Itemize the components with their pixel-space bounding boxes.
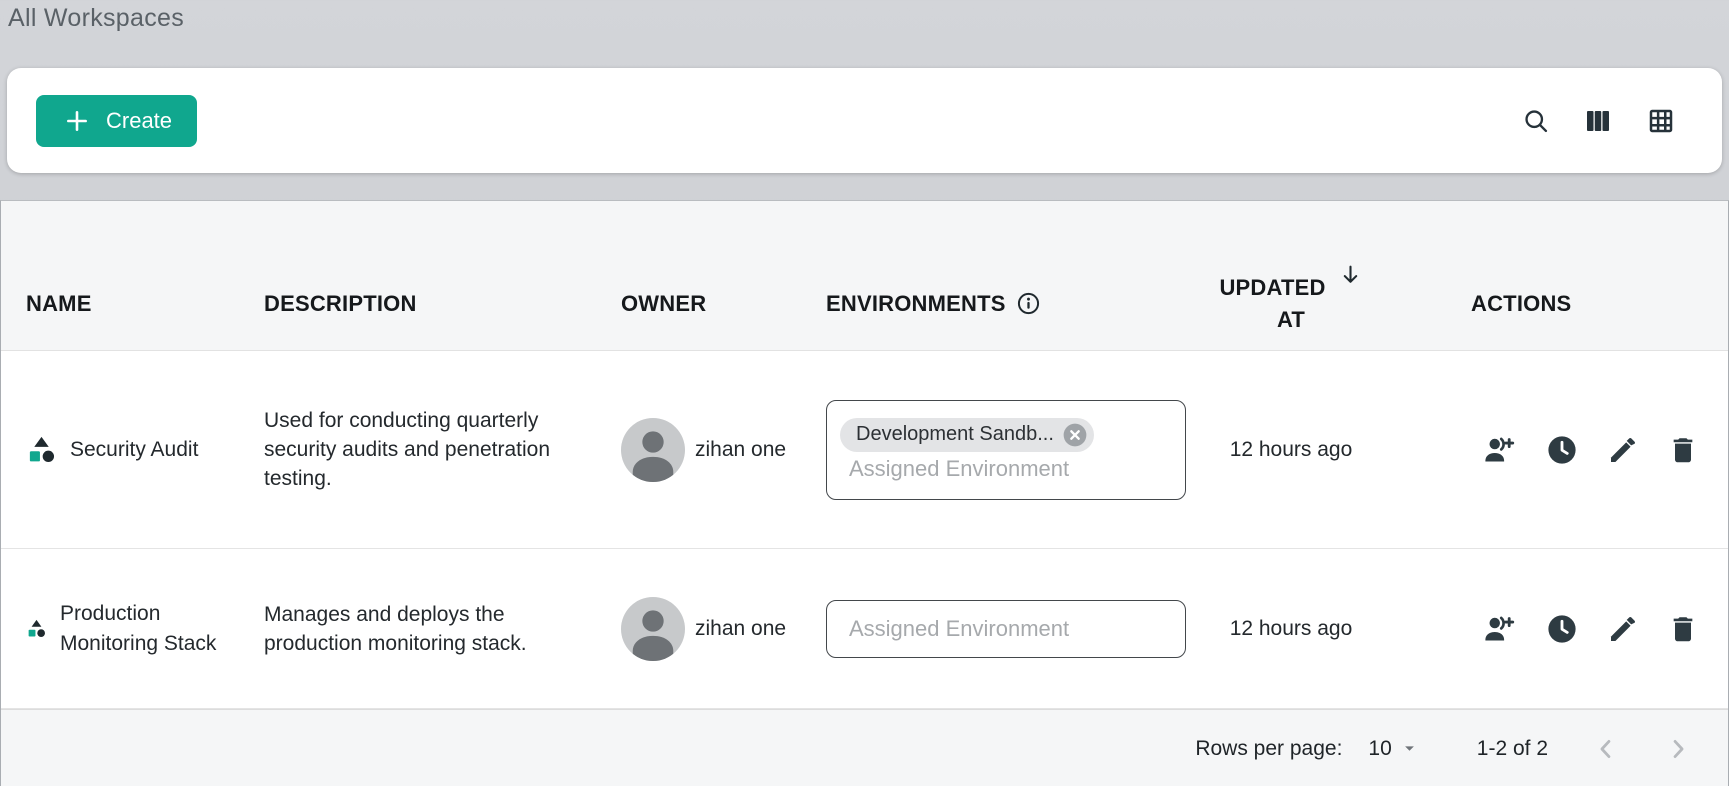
table-row: Production Monitoring Stack Manages and … — [1, 549, 1728, 709]
name-cell: Security Audit — [1, 434, 264, 465]
description-cell: Used for conducting quarterly security a… — [264, 406, 594, 493]
create-button[interactable]: Create — [36, 95, 197, 147]
delete-icon[interactable] — [1667, 613, 1699, 645]
toolbar: Create — [7, 68, 1722, 173]
rows-per-page-label: Rows per page: — [1195, 737, 1342, 761]
workspaces-table: NAME DESCRIPTION OWNER ENVIRONMENTS UPDA… — [0, 200, 1729, 786]
name-cell: Production Monitoring Stack — [1, 599, 264, 659]
environment-placeholder[interactable]: Assigned Environment — [839, 456, 1173, 482]
info-icon[interactable] — [1016, 291, 1041, 316]
chevron-right-icon — [1664, 751, 1692, 766]
table-header-row: NAME DESCRIPTION OWNER ENVIRONMENTS UPDA… — [1, 201, 1728, 351]
spacer — [0, 173, 1729, 200]
chevron-left-icon — [1592, 751, 1620, 766]
next-page-button[interactable] — [1664, 735, 1692, 763]
arrow-down-icon — [1338, 262, 1363, 287]
rows-per-page-value: 10 — [1368, 737, 1391, 761]
edit-icon[interactable] — [1607, 613, 1639, 645]
avatar — [621, 597, 685, 661]
grid-icon[interactable] — [1646, 106, 1676, 136]
assigned-environment-combobox[interactable]: Development Sandb... Assigned Environmen… — [826, 400, 1186, 500]
updated-at-cell: 12 hours ago — [1211, 617, 1371, 641]
add-user-icon[interactable] — [1481, 433, 1517, 467]
column-header-owner[interactable]: OWNER — [621, 291, 826, 317]
assigned-environment-combobox[interactable]: Assigned Environment — [826, 600, 1186, 658]
view-columns-icon[interactable] — [1583, 106, 1613, 136]
column-header-actions: ACTIONS — [1371, 291, 1728, 317]
create-button-label: Create — [106, 108, 172, 134]
search-icon[interactable] — [1522, 107, 1550, 135]
chevron-down-icon — [1402, 741, 1417, 756]
pagination-range: 1-2 of 2 — [1477, 737, 1548, 761]
column-header-name[interactable]: NAME — [1, 291, 264, 317]
delete-icon[interactable] — [1667, 434, 1699, 466]
plus-icon — [64, 108, 90, 134]
page-title: All Workspaces — [8, 4, 1729, 33]
environments-cell: Development Sandb... Assigned Environmen… — [826, 400, 1211, 500]
chip-remove-icon[interactable] — [1062, 422, 1088, 448]
avatar — [621, 418, 685, 482]
add-user-icon[interactable] — [1481, 612, 1517, 646]
updated-at-cell: 12 hours ago — [1211, 438, 1371, 462]
pagination-bar: Rows per page: 10 1-2 of 2 — [1, 709, 1728, 786]
previous-page-button[interactable] — [1592, 735, 1620, 763]
column-header-updated-at[interactable]: UPDATED AT — [1211, 273, 1371, 335]
owner-name: zihan one — [695, 617, 786, 641]
owner-cell: zihan one — [621, 418, 826, 482]
environment-chip: Development Sandb... — [840, 418, 1094, 452]
environment-placeholder[interactable]: Assigned Environment — [839, 616, 1173, 642]
table-row: Security Audit Used for conducting quart… — [1, 351, 1728, 549]
actions-cell — [1371, 612, 1728, 646]
column-header-environments[interactable]: ENVIRONMENTS — [826, 291, 1211, 317]
toolbar-icon-group — [1522, 106, 1676, 136]
history-icon[interactable] — [1545, 433, 1579, 467]
person-icon — [621, 418, 685, 482]
workspace-name: Production Monitoring Stack — [60, 599, 228, 659]
column-header-description[interactable]: DESCRIPTION — [264, 291, 621, 317]
environment-chip-label: Development Sandb... — [856, 423, 1054, 446]
rows-per-page-select[interactable]: 10 — [1368, 737, 1416, 761]
workspace-icon — [26, 434, 57, 465]
actions-cell — [1371, 433, 1728, 467]
page-header: All Workspaces — [0, 0, 1729, 68]
owner-cell: zihan one — [621, 597, 826, 661]
workspace-icon — [26, 618, 47, 639]
owner-name: zihan one — [695, 438, 786, 462]
description-cell: Manages and deploys the production monit… — [264, 600, 594, 658]
person-icon — [621, 597, 685, 661]
workspace-name: Security Audit — [70, 435, 198, 465]
edit-icon[interactable] — [1607, 434, 1639, 466]
environments-cell: Assigned Environment — [826, 600, 1211, 658]
history-icon[interactable] — [1545, 612, 1579, 646]
